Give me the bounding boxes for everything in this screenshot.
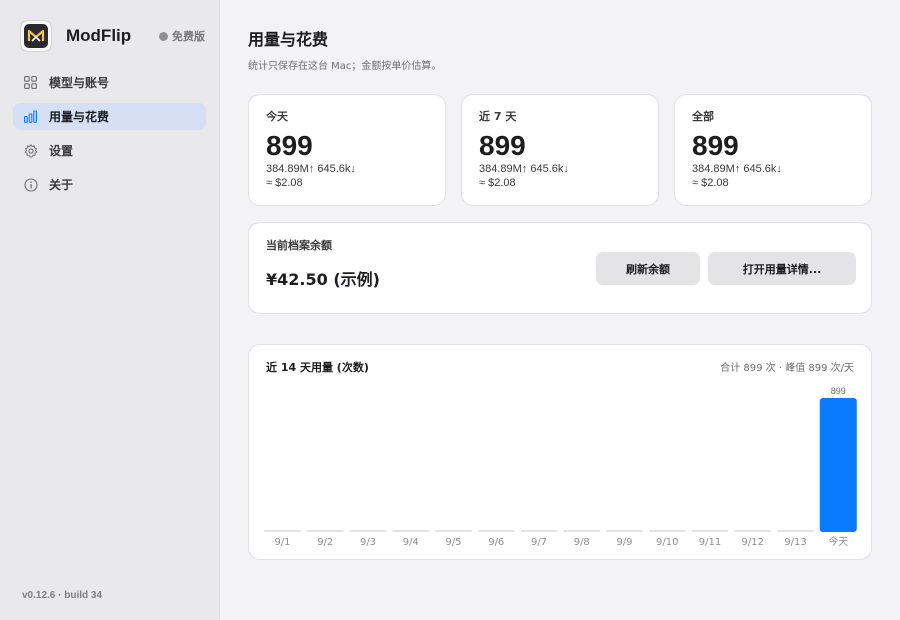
chart-x-tick-label: 9/9 [616,537,632,548]
sidebar-item-label: 模型与账号 [49,76,110,90]
chart-bar [606,530,643,532]
stat-cost: ≈ $2.08 [692,177,729,189]
chart-bar [520,530,558,532]
sidebar: ModFlip 免费版 模型与账号 用量与花费 设置 关于 v0.12.6 · … [0,0,220,620]
page-title: 用量与花费 [248,30,329,49]
plan-badge: 免费版 [159,28,205,44]
chart-bar [563,530,601,532]
chart-bar [435,530,472,532]
chart-x-tick-label: 9/6 [488,537,504,548]
usage-chart-card: 9/1 9/2 9/3 9/4 9/5 9/6 9/7 9/8 9/9 9/10 9/11 9/12 9… [248,344,872,560]
chart-x-tick-label: 9/11 [699,537,721,548]
chart-bar [734,530,772,532]
info-icon [24,177,38,192]
balance-card: 当前档案余额 ¥42.50 (示例) 刷新余额 打开用量详情... [248,222,872,314]
chart-data-label: 899 [831,386,846,396]
stat-tokens: 384.89M↑ 645.6k↓ [692,163,782,175]
stat-tokens: 384.89M↑ 645.6k↓ [266,163,356,175]
chart-bar [819,398,857,532]
chart-x-tick-label: 9/5 [445,537,461,548]
chart-bar [306,530,344,532]
chart-bar [477,530,515,532]
brand: ModFlip 免费版 [20,20,206,52]
app-window: ModFlip 免费版 模型与账号 用量与花费 设置 关于 v0.12.6 · … [0,0,900,620]
stat-value: 899 [266,130,313,161]
app-logo [20,20,52,52]
sidebar-item-label: 关于 [49,178,74,192]
sidebar-item-usage[interactable]: 用量与花费 [13,103,206,130]
chart-bar [777,530,814,532]
sidebar-item-settings[interactable]: 设置 [13,137,206,164]
stat-label: 近 7 天 [479,110,517,123]
sidebar-item-about[interactable]: 关于 [13,171,206,198]
stat-cost: ≈ $2.08 [479,177,516,189]
refresh-balance-button[interactable]: 刷新余额 [596,252,700,285]
stat-card-all: 全部 899 384.89M↑ 645.6k↓ ≈ $2.08 [674,94,872,206]
version-label: v0.12.6 · build 34 [22,590,103,601]
chart-x-tick-label: 9/1 [274,537,290,548]
balance-label: 当前档案余额 [266,239,332,252]
chart-x-tick-label: 9/4 [403,537,419,548]
stat-card-7days: 近 7 天 899 384.89M↑ 645.6k↓ ≈ $2.08 [461,94,659,206]
chart-x-tick-label: 9/10 [656,537,678,548]
page-subtitle: 统计只保存在这台 Mac；金额按单价估算。 [248,61,442,72]
chart-bar [648,530,686,532]
sidebar-item-label: 设置 [49,144,74,158]
bar-chart-icon [24,110,38,124]
stat-value: 899 [692,130,739,161]
chart-x-tick-label: 9/12 [742,537,764,548]
chart-summary: 合计 899 次 · 峰值 899 次/天 [720,363,854,374]
chart-x-tick-label: 今天 [828,535,848,548]
chart-x-tick-label: 9/7 [531,537,547,548]
open-usage-details-button[interactable]: 打开用量详情... [708,252,856,285]
chart-bar [264,530,301,532]
app-name: ModFlip [66,26,132,45]
gear-icon [24,143,38,158]
chart-x-tick-label: 9/8 [574,537,590,548]
stat-card-today: 今天 899 384.89M↑ 645.6k↓ ≈ $2.08 [248,94,446,206]
chart-x-tick-label: 9/3 [360,537,376,548]
sidebar-item-label: 用量与花费 [49,110,110,124]
main-content: 用量与花费 统计只保存在这台 Mac；金额按单价估算。 今天 899 384.8… [220,0,900,620]
usage-chart: 9/1 9/2 9/3 9/4 9/5 9/6 9/7 9/8 9/9 9/10 9/11 9/12 9… [264,386,857,548]
grid-icon [24,76,38,90]
stat-cost: ≈ $2.08 [266,177,303,189]
plan-dot-icon [159,31,168,41]
chart-title: 近 14 天用量 (次数) [266,361,369,374]
stat-label: 全部 [692,110,714,123]
chart-bar [349,530,387,532]
sidebar-item-models[interactable]: 模型与账号 [13,69,206,96]
chart-bar [691,530,729,532]
stat-value: 899 [479,130,526,161]
plan-label: 免费版 [172,30,205,43]
chart-bar [392,530,430,532]
chart-x-tick-label: 9/2 [317,537,333,548]
stat-label: 今天 [266,110,288,123]
chart-x-tick-label: 9/13 [784,537,806,548]
stat-tokens: 384.89M↑ 645.6k↓ [479,163,569,175]
